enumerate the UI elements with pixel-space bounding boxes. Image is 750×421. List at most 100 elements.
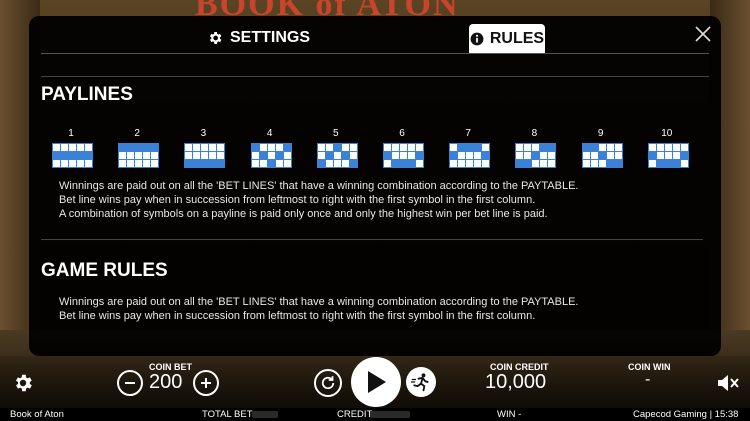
payline-cell	[216, 143, 226, 152]
payline-cell	[60, 143, 69, 152]
payline-cell	[663, 143, 673, 152]
payline-cell	[465, 151, 475, 160]
autoplay-button[interactable]	[314, 369, 342, 397]
payline-grid	[52, 143, 93, 168]
payline-cell	[457, 151, 467, 160]
payline-cell-active	[547, 143, 557, 152]
payline-grid	[515, 143, 557, 168]
payline-cell	[399, 151, 408, 160]
tab-rules[interactable]: RULES	[469, 24, 545, 54]
payline-cell	[332, 151, 342, 160]
game-rules-text-line: Bet line wins pay when in succession fro…	[59, 310, 536, 322]
payline-cell	[647, 159, 657, 168]
payline-cell	[274, 159, 284, 168]
payline-cell	[581, 151, 591, 160]
payline-cell	[266, 143, 276, 152]
payline-cell	[150, 159, 160, 168]
payline-cell	[258, 159, 268, 168]
mute-icon[interactable]	[716, 372, 740, 394]
payline-number: 6	[399, 128, 405, 139]
payline-cell	[481, 159, 491, 168]
payline-cell-active	[515, 159, 525, 168]
payline-cell	[134, 151, 144, 160]
paylines-title: PAYLINES	[41, 84, 133, 105]
settings-gear-icon[interactable]	[12, 372, 34, 394]
payline-number: 8	[531, 128, 538, 139]
paylines-text-line: A combination of symbols on a payline is…	[59, 208, 548, 220]
payline-cell	[539, 159, 549, 168]
payline-cell	[531, 143, 541, 152]
payline-cell	[216, 151, 226, 160]
payline-cell	[250, 159, 260, 168]
payline-cell-active	[465, 143, 475, 152]
payline-cell	[457, 159, 467, 168]
tab-settings-label: SETTINGS	[230, 29, 311, 46]
payline-cell	[52, 159, 61, 168]
payline-cell	[399, 143, 408, 152]
modal-tabs: SETTINGS RULES	[29, 16, 721, 60]
payline-cell	[473, 151, 483, 160]
payline-cell	[523, 143, 533, 152]
payline-cell	[316, 151, 326, 160]
payline-number: 4	[266, 128, 273, 139]
payline-cell-active	[663, 159, 673, 168]
payline-cell	[68, 159, 77, 168]
payline-cell-active	[449, 151, 459, 160]
payline-item: 4	[250, 128, 292, 168]
payline-cell	[316, 143, 326, 152]
payline-cell	[531, 159, 541, 168]
payline-cell	[589, 151, 599, 160]
content-divider-top	[41, 76, 709, 77]
payline-cell	[407, 151, 416, 160]
payline-cell	[605, 151, 615, 160]
payline-cell	[671, 151, 681, 160]
payline-cell	[332, 159, 342, 168]
turbo-button[interactable]	[406, 367, 436, 397]
payline-cell	[250, 151, 260, 160]
payline-cell-active	[60, 151, 69, 160]
payline-item: 7	[448, 128, 491, 168]
payline-cell	[391, 143, 400, 152]
payline-cell-active	[647, 151, 657, 160]
payline-cell	[547, 159, 557, 168]
payline-item: 8	[514, 128, 557, 168]
increase-bet-button[interactable]	[193, 370, 219, 396]
payline-cell	[449, 159, 459, 168]
provider-and-time: Capecod Gaming | 15:38	[633, 409, 739, 420]
payline-cell-active	[324, 151, 334, 160]
payline-cell	[663, 151, 673, 160]
payline-cell-active	[184, 159, 194, 168]
payline-cell	[613, 143, 623, 152]
spin-button[interactable]	[351, 357, 401, 407]
payline-cell-active	[192, 159, 202, 168]
payline-cell	[274, 143, 284, 152]
paylines-description: Winnings are paid out on all the 'BET LI…	[59, 179, 699, 221]
payline-cell	[415, 143, 424, 152]
payline-cell-active	[589, 143, 599, 152]
payline-grid	[250, 143, 292, 168]
payline-grid	[118, 143, 160, 168]
payline-cell	[192, 143, 202, 152]
tab-settings[interactable]: SETTINGS	[207, 26, 310, 50]
credit-value	[370, 411, 410, 418]
payline-item: 3	[183, 128, 226, 168]
payline-cell	[324, 143, 334, 152]
payline-cell	[655, 143, 665, 152]
payline-cell	[383, 159, 392, 168]
payline-grid	[449, 143, 491, 168]
payline-cell-active	[250, 143, 260, 152]
paylines-text-line: Winnings are paid out on all the 'BET LI…	[59, 180, 579, 192]
payline-cell	[597, 143, 607, 152]
payline-cell-active	[84, 151, 93, 160]
decrease-bet-button[interactable]	[117, 370, 143, 396]
close-icon[interactable]	[693, 24, 713, 44]
payline-number: 7	[465, 128, 471, 139]
payline-cell	[348, 143, 358, 152]
payline-cell-active	[539, 143, 549, 152]
payline-cell-active	[415, 151, 424, 160]
payline-cell	[679, 159, 689, 168]
payline-cell	[647, 143, 657, 152]
info-icon	[470, 32, 484, 46]
play-icon	[368, 371, 386, 393]
payline-cell-active	[258, 151, 268, 160]
